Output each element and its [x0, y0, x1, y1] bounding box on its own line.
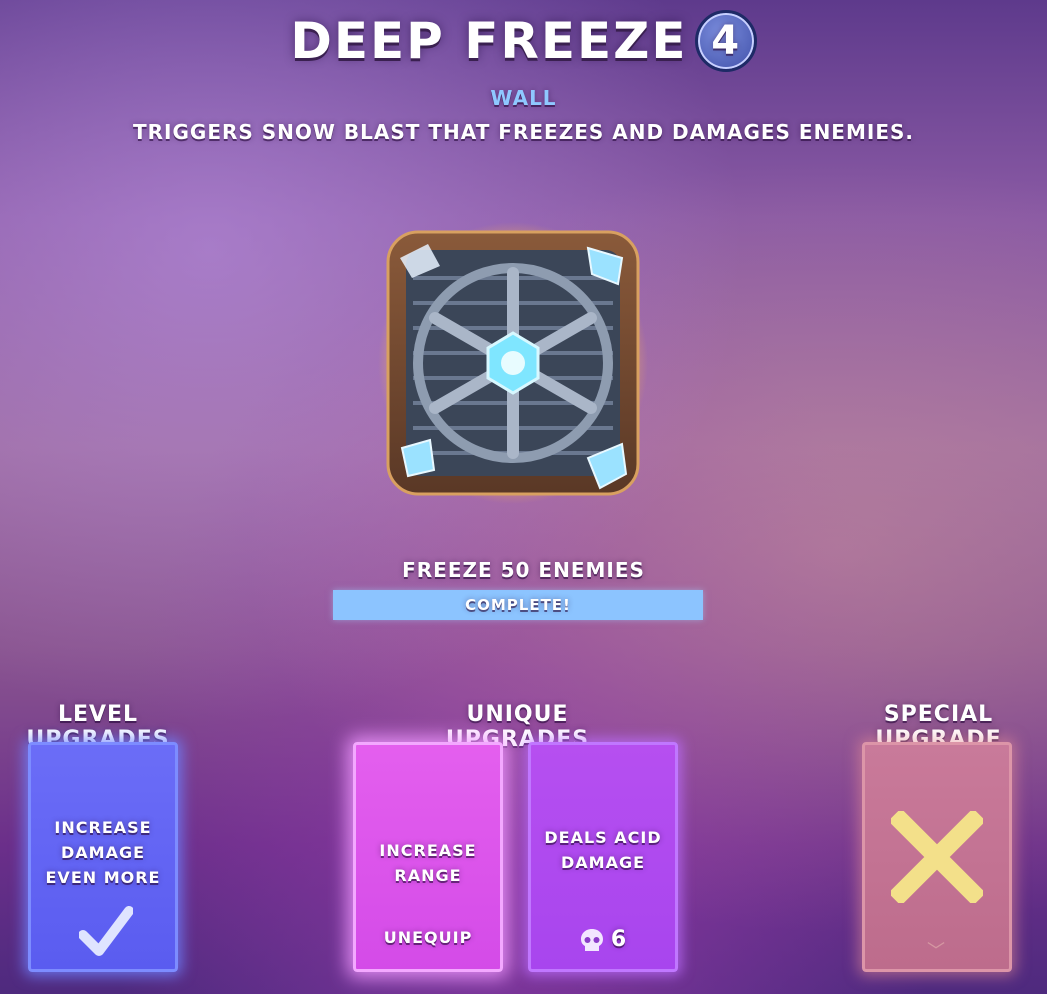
unique-upgrade-card-acid[interactable]: Deals Acid Damage 6	[528, 742, 678, 972]
chevron-down-icon: ﹀	[927, 941, 945, 962]
skull-icon	[580, 929, 603, 951]
x-mark-icon	[891, 811, 983, 903]
challenge-title: Freeze 50 Enemies	[402, 558, 645, 582]
checkmark-icon	[79, 906, 133, 956]
upgrade-cost-value: 6	[610, 927, 628, 952]
special-upgrade-card[interactable]: ﹀	[862, 742, 1012, 972]
level-upgrade-card[interactable]: Increase Damage Even More	[28, 742, 178, 972]
unique-upgrade-card-range[interactable]: Increase Range Unequip	[353, 742, 503, 972]
progress-status: Complete!	[465, 596, 571, 614]
trap-description: Triggers snow blast that freezes and dam…	[133, 120, 914, 144]
deep-freeze-trap-image	[378, 222, 648, 504]
unique-upgrade-range-text: Increase Range	[379, 841, 477, 885]
trap-category: Wall	[490, 86, 557, 110]
trap-level-badge: 4	[694, 10, 757, 72]
unequip-button[interactable]: Unequip	[356, 928, 500, 947]
unique-upgrade-acid-text: Deals Acid Damage	[544, 828, 662, 872]
trap-title: Deep Freeze 4	[0, 10, 1047, 72]
level-upgrade-text: Increase Damage Even More	[45, 818, 161, 887]
challenge-progress-bar: Complete!	[333, 590, 703, 620]
trap-name: Deep Freeze	[290, 12, 688, 70]
upgrade-cost: 6	[531, 927, 675, 953]
